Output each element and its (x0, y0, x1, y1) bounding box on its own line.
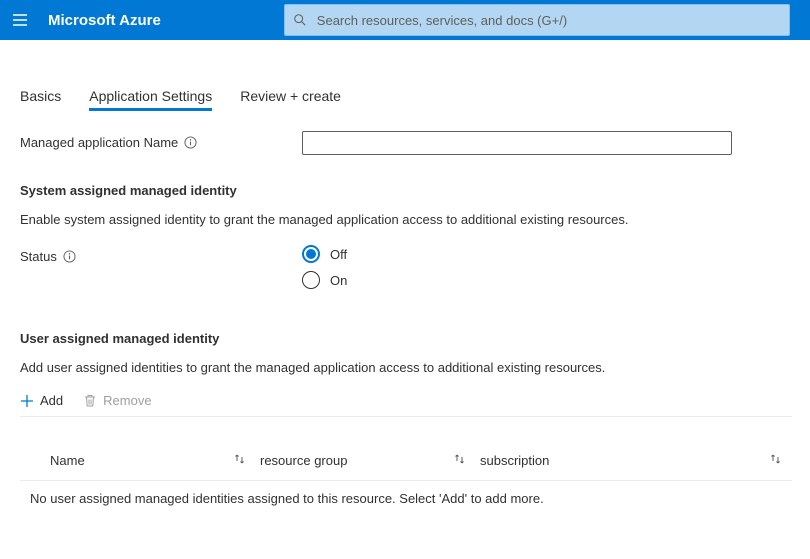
status-radio-group: Off On (302, 245, 347, 289)
create-tabs: Basics Application Settings Review + cre… (20, 84, 792, 111)
status-label-container: Status (20, 245, 302, 264)
tab-application-settings[interactable]: Application Settings (89, 84, 212, 111)
hamburger-icon (12, 12, 28, 28)
identity-toolbar: Add Remove (20, 393, 792, 417)
system-identity-title: System assigned managed identity (20, 183, 792, 198)
column-header-name-label: Name (50, 453, 85, 468)
add-identity-button[interactable]: Add (20, 393, 63, 408)
sort-icon (770, 453, 782, 468)
managed-app-name-row: Managed application Name (20, 131, 792, 155)
add-identity-label: Add (40, 393, 63, 408)
column-header-resource-group[interactable]: resource group (260, 453, 480, 468)
hamburger-menu-button[interactable] (10, 0, 30, 40)
status-radio-off[interactable]: Off (302, 245, 347, 263)
column-header-sub-label: subscription (480, 453, 549, 468)
managed-app-name-label: Managed application Name (20, 135, 178, 150)
identity-table: Name resource group subscription No user… (20, 453, 792, 516)
user-identity-desc: Add user assigned identities to grant th… (20, 360, 792, 375)
column-header-subscription[interactable]: subscription (480, 453, 782, 468)
column-header-name[interactable]: Name (30, 453, 260, 468)
info-icon[interactable] (63, 250, 76, 263)
global-search[interactable] (284, 4, 790, 36)
radio-button-icon (302, 271, 320, 289)
user-identity-title: User assigned managed identity (20, 331, 792, 346)
identity-table-header: Name resource group subscription (20, 453, 792, 481)
status-label: Status (20, 249, 57, 264)
status-radio-on-label: On (330, 273, 347, 288)
managed-app-name-label-container: Managed application Name (20, 131, 302, 150)
radio-button-icon (302, 245, 320, 263)
page-content: Basics Application Settings Review + cre… (0, 40, 810, 516)
trash-icon (83, 394, 97, 408)
status-radio-on[interactable]: On (302, 271, 347, 289)
managed-app-name-input[interactable] (302, 131, 732, 155)
sort-icon (454, 453, 480, 468)
status-row: Status Off On (20, 245, 792, 289)
brand-title: Microsoft Azure (48, 12, 161, 29)
plus-icon (20, 394, 34, 408)
remove-identity-label: Remove (103, 393, 151, 408)
tab-basics[interactable]: Basics (20, 84, 61, 111)
system-identity-desc: Enable system assigned identity to grant… (20, 212, 792, 227)
global-search-input[interactable] (315, 12, 781, 29)
search-icon (293, 13, 307, 27)
sort-icon (234, 453, 260, 468)
remove-identity-button: Remove (83, 393, 151, 408)
identity-table-empty-message: No user assigned managed identities assi… (20, 481, 792, 516)
info-icon[interactable] (184, 136, 197, 149)
tab-review-create[interactable]: Review + create (240, 84, 341, 111)
azure-header: Microsoft Azure (0, 0, 810, 40)
status-radio-off-label: Off (330, 247, 347, 262)
column-header-rg-label: resource group (260, 453, 347, 468)
